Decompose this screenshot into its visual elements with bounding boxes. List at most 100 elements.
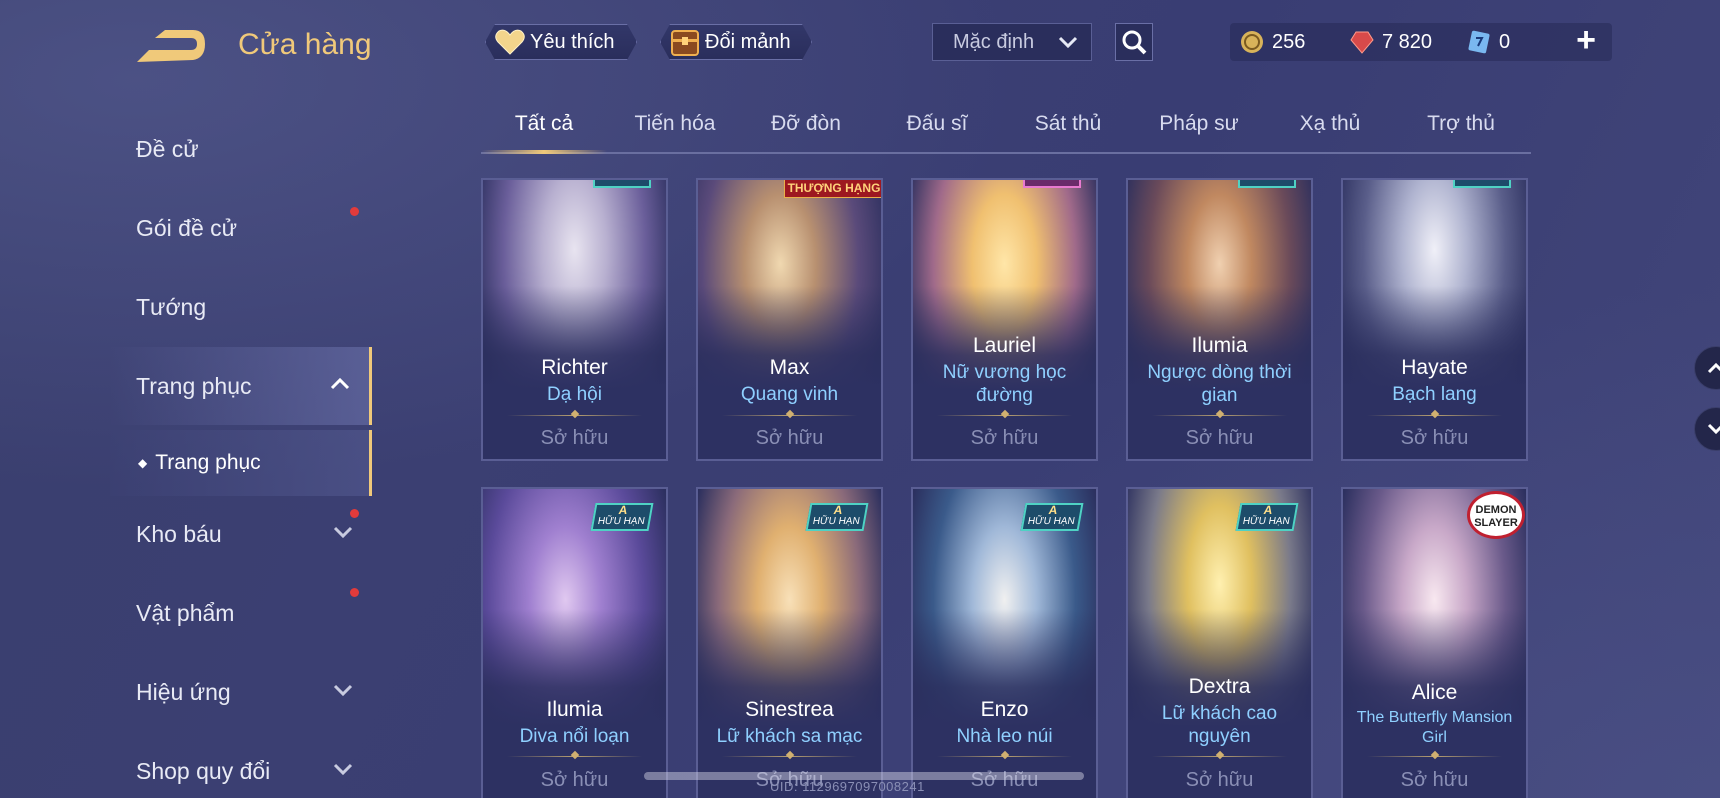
skin-card[interactable]: Lauriel Nữ vương học đường Sở hữu: [911, 178, 1098, 461]
divider: [1152, 415, 1287, 416]
limited-grade-badge: A HỮU HẠN: [805, 503, 869, 531]
hero-name: Sinestrea: [745, 698, 834, 721]
sidebar-subitem-label: Trang phục: [155, 451, 261, 474]
skin-card[interactable]: A HỮU HẠN Sinestrea Lữ khách sa mạc Sở hữ…: [696, 487, 883, 798]
divider: [507, 415, 642, 416]
gold-amount: 256: [1272, 30, 1306, 53]
sidebar-item-skins[interactable]: Trang phục: [110, 347, 372, 425]
limited-grade-badge: A HỮU HẠN: [1235, 503, 1299, 531]
back-button[interactable]: [135, 26, 207, 66]
treasure-chest-icon: [669, 27, 701, 57]
tab-support[interactable]: Trợ thủ: [1401, 112, 1521, 136]
diamond-bullet-icon: ◆: [138, 456, 148, 470]
chevron-down-icon: [1058, 36, 1078, 49]
skin-name: Nhà leo núi: [956, 726, 1053, 747]
ruby-currency: 7 820: [1350, 24, 1432, 60]
sidebar-item-label: Trang phục: [136, 372, 252, 399]
hero-name: Lauriel: [972, 334, 1037, 357]
skin-name: Lữ khách sa mạc: [716, 726, 863, 747]
tab-all[interactable]: Tất cả: [484, 112, 604, 136]
sort-value: Mặc định: [953, 30, 1035, 53]
voucher-ticket-icon: [1468, 30, 1490, 54]
owned-status: Sở hữu: [755, 427, 824, 449]
owned-status: Sở hữu: [970, 427, 1039, 449]
skin-card[interactable]: A HỮU HẠN Dextra Lữ khách cao nguyên Sở h…: [1126, 487, 1313, 798]
tab-mage[interactable]: Pháp sư: [1139, 112, 1259, 136]
sidebar-item-label: Shop quy đổi: [136, 757, 271, 784]
sidebar-item-recommended-packs[interactable]: Gói đề cử: [110, 189, 372, 267]
tab-tank[interactable]: Đỡ đòn: [746, 112, 866, 136]
back-arrow-icon: [137, 30, 205, 62]
owned-status: Sở hữu: [540, 769, 609, 791]
divider: [1367, 756, 1502, 757]
skin-card[interactable]: Hayate Bạch lang Sở hữu: [1341, 178, 1528, 461]
sidebar: Đề cử Gói đề cử Tướng Trang phục ◆ Trang…: [110, 110, 372, 798]
hero-name: Alice: [1411, 681, 1458, 704]
active-tab-indicator: [481, 150, 607, 154]
page-title: Cửa hàng: [238, 28, 372, 61]
skin-name: Nữ vương học đường: [942, 362, 1067, 406]
hero-name: Enzo: [980, 698, 1029, 721]
skin-card[interactable]: A HỮU HẠN Ilumia Diva nổi loạn Sở hữu: [481, 487, 668, 798]
skin-card[interactable]: A HỮU HẠN Enzo Nhà leo núi Sở hữu: [911, 487, 1098, 798]
exchange-fragments-button[interactable]: Đổi mảnh: [660, 24, 812, 60]
hero-name: Hayate: [1401, 356, 1468, 379]
divider: [937, 415, 1072, 416]
tab-marksman[interactable]: Xạ thủ: [1270, 112, 1390, 136]
sidebar-item-label: Kho báu: [136, 520, 222, 547]
chevron-up-icon: [330, 377, 350, 390]
grade-letter: A: [617, 503, 629, 517]
premium-badge: THƯỢNG HẠNG: [784, 180, 881, 198]
scroll-down-button[interactable]: [1694, 407, 1720, 451]
sidebar-item-effects[interactable]: Hiệu ứng: [110, 653, 372, 731]
skin-name: Bạch lang: [1392, 384, 1477, 405]
skin-name: Diva nổi loạn: [519, 726, 630, 747]
chevron-up-icon: [1707, 362, 1720, 374]
divider: [722, 756, 857, 757]
hero-name: Max: [769, 356, 810, 379]
search-button[interactable]: [1115, 23, 1153, 61]
skin-name: Quang vinh: [740, 384, 839, 405]
hero-name: Richter: [541, 356, 608, 379]
scroll-up-button[interactable]: [1694, 346, 1720, 390]
heart-icon: [494, 27, 526, 57]
tab-fighter[interactable]: Đấu sĩ: [877, 112, 997, 136]
divider: [722, 415, 857, 416]
add-currency-button[interactable]: +: [1568, 22, 1604, 58]
grade-letter: A: [832, 503, 844, 517]
sidebar-item-exchange-shop[interactable]: Shop quy đổi: [110, 732, 372, 798]
divider: [937, 756, 1072, 757]
skin-card[interactable]: Ilumia Ngược dòng thời gian Sở hữu: [1126, 178, 1313, 461]
hero-name: Dextra: [1188, 675, 1251, 698]
hero-name: Ilumia: [1191, 334, 1248, 357]
notification-dot: [350, 207, 359, 216]
owned-status: Sở hữu: [540, 427, 609, 449]
sidebar-subitem-skins[interactable]: ◆ Trang phục: [110, 430, 372, 496]
category-tabs: Tất cả Tiến hóa Đỡ đòn Đấu sĩ Sát thủ Ph…: [481, 104, 1531, 154]
sort-dropdown[interactable]: Mặc định: [932, 23, 1092, 61]
chevron-down-icon: [333, 684, 353, 697]
skin-card[interactable]: THƯỢNG HẠNG Max Quang vinh Sở hữu: [696, 178, 883, 461]
limited-label: HỮU HẠN: [596, 516, 646, 527]
voucher-amount: 0: [1499, 30, 1511, 53]
skin-card[interactable]: Richter Dạ hội Sở hữu: [481, 178, 668, 461]
chevron-down-icon: [333, 526, 353, 539]
sidebar-item-items[interactable]: Vật phẩm: [110, 574, 372, 652]
limited-label: HỮU HẠN: [1241, 516, 1291, 527]
skin-card[interactable]: DEMON SLAYER Alice The Butterfly Mansion…: [1341, 487, 1528, 798]
notification-dot: [350, 588, 359, 597]
tab-evolution[interactable]: Tiến hóa: [615, 112, 735, 136]
notification-dot: [350, 509, 359, 518]
sidebar-item-recommended[interactable]: Đề cử: [110, 110, 372, 188]
hero-name: Ilumia: [546, 698, 603, 721]
favorite-button[interactable]: Yêu thích: [485, 24, 637, 60]
divider: [1152, 756, 1287, 757]
sidebar-item-label: Hiệu ứng: [136, 678, 231, 705]
sidebar-item-treasure[interactable]: Kho báu: [110, 495, 372, 573]
sidebar-item-heroes[interactable]: Tướng: [110, 268, 372, 346]
grade-badge: [1238, 180, 1296, 188]
divider: [1367, 415, 1502, 416]
ruby-amount: 7 820: [1382, 30, 1433, 53]
tab-assassin[interactable]: Sát thủ: [1008, 112, 1128, 136]
favorite-label: Yêu thích: [530, 30, 615, 53]
